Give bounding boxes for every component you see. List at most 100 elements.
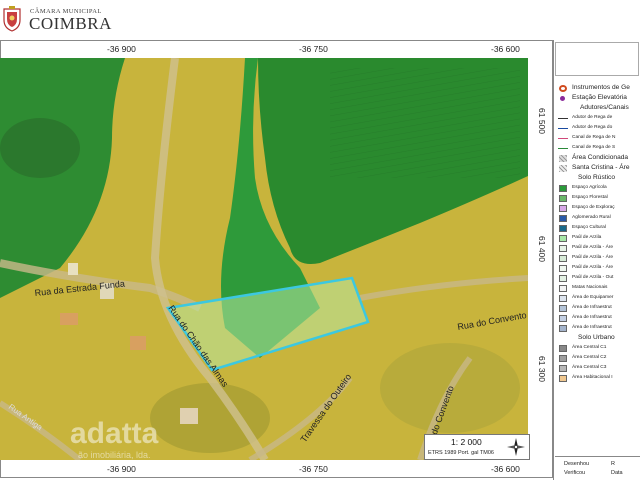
legend-item: Área de Infraestrut: [556, 324, 640, 334]
legend-line-symbol: [558, 148, 568, 149]
legend-label: Paúl de Arzila - Out: [572, 275, 614, 280]
legend-swatch: [559, 225, 567, 232]
building: [130, 336, 146, 350]
legend-label: Área de Equipamer: [572, 295, 614, 300]
legend-swatch: [559, 215, 567, 222]
scale-ratio: 1: 2 000: [451, 437, 482, 447]
legend-label: Área Central C3: [572, 365, 607, 370]
legend-label: Área Central C1: [572, 345, 607, 350]
map-canvas[interactable]: Rua da Estrada Funda Rua do Chão das Alm…: [0, 58, 528, 460]
legend-label: Paúl de Arzila - Áre: [572, 245, 614, 250]
legend-item: Área Central C3: [556, 364, 640, 374]
x-tick-bottom: -36 750: [299, 464, 328, 474]
x-tick-bottom: -36 900: [107, 464, 136, 474]
legend-line-symbol: [558, 128, 568, 129]
legend-heading: Solo Rústico: [556, 174, 640, 184]
legend-title-box: [555, 42, 639, 76]
legend-swatch: [559, 235, 567, 242]
legend-label: Área Central C2: [572, 355, 607, 360]
legend-label: Área de Infraestrut: [572, 315, 612, 320]
legend-label: Santa Cristina - Áre: [572, 164, 630, 171]
credits-drew-value: R: [611, 461, 615, 467]
legend-label: Espaço Florestal: [572, 195, 608, 200]
legend-label: Solo Urbano: [578, 334, 615, 341]
legend-swatch: [559, 285, 567, 292]
legend-label: Adutor de Rega de: [572, 115, 613, 120]
legend-label: Canal de Rega de S: [572, 145, 616, 150]
y-tick-right: 61 400: [537, 236, 547, 262]
building: [68, 263, 78, 275]
legend-swatch: [559, 365, 567, 372]
credits-box: Desenhou Verificou R Data: [555, 456, 640, 480]
legend-item: Área de Equipamer: [556, 294, 640, 304]
legend-label: Paúl de Arzila: [572, 235, 602, 240]
legend-label: Espaço Cultural: [572, 225, 606, 230]
legend-item: Canal de Rega de S: [556, 144, 640, 154]
legend-ring-icon: [559, 85, 567, 92]
legend-item: Adutor de Rega de: [556, 114, 640, 124]
legend-hatch-symbol: [559, 165, 567, 172]
legend-item: Instrumentos de Ge: [556, 84, 640, 94]
legend-label: Adutores/Canais: [580, 104, 629, 111]
projection-label: ETRS 1989 Port. gal TM06: [428, 450, 494, 456]
credits-date-label: Data: [611, 470, 623, 476]
legend-item: Espaço Cultural: [556, 224, 640, 234]
legend-item: Estação Elevatória: [556, 94, 640, 104]
legend-label: Adutor de Rega do: [572, 125, 613, 130]
legend-swatch: [559, 255, 567, 262]
legend-item: Paúl de Arzila - Out: [556, 274, 640, 284]
legend-item: Adutor de Rega do: [556, 124, 640, 134]
legend-label: Área de Infraestrut: [572, 305, 612, 310]
legend-item: Espaço Agrícola: [556, 184, 640, 194]
legend-swatch: [559, 185, 567, 192]
legend-label: Espaço Agrícola: [572, 185, 607, 190]
x-tick-bottom: -36 600: [491, 464, 520, 474]
legend-label: Espaço de Exploraç: [572, 205, 615, 210]
legend-swatch: [559, 205, 567, 212]
legend-item: Matas Nacionais: [556, 284, 640, 294]
legend-label: Estação Elevatória: [572, 94, 627, 101]
legend-item: Santa Cristina - Áre: [556, 164, 640, 174]
x-tick-top: -36 900: [107, 44, 136, 54]
building: [60, 313, 78, 325]
legend-swatch: [559, 275, 567, 282]
legend-line-symbol: [558, 118, 568, 119]
legend-label: Paúl de Arzila - Áre: [572, 255, 614, 260]
legend-swatch: [559, 345, 567, 352]
legend-swatch: [559, 355, 567, 362]
legend-label: Canal de Rega de N: [572, 135, 616, 140]
field-rows: [330, 68, 520, 178]
legend-swatch: [559, 305, 567, 312]
legend-label: Solo Rústico: [578, 174, 616, 181]
legend-item: Espaço de Exploraç: [556, 204, 640, 214]
legend-heading: Adutores/Canais: [556, 104, 640, 114]
legend-label: Aglomerado Rural: [572, 215, 611, 220]
legend-swatch: [559, 295, 567, 302]
building: [180, 408, 198, 424]
legend-item: Paúl de Arzila - Áre: [556, 244, 640, 254]
legend-label: Área Condicionada: [572, 154, 629, 161]
credits-drew-label: Desenhou: [564, 461, 590, 467]
legend-swatch: [559, 245, 567, 252]
legend-item: Canal de Rega de N: [556, 134, 640, 144]
y-tick-right: 61 300: [537, 356, 547, 382]
coimbra-coat-of-arms-icon: [3, 6, 21, 32]
legend-item: Paúl de Arzila - Áre: [556, 264, 640, 274]
legend-dot-symbol: [560, 96, 565, 101]
watermark-sub: ão imobiliária, lda.: [78, 450, 151, 460]
legend-item: Área Condicionada: [556, 154, 640, 164]
legend-swatch: [559, 195, 567, 202]
legend-label: Área de Infraestrut: [572, 325, 612, 330]
legend-item: Paúl de Arzila: [556, 234, 640, 244]
watermark: adatta: [70, 417, 159, 450]
legend-list: Instrumentos de Ge Estação Elevatória Adut…: [556, 84, 640, 384]
legend-item: Paúl de Arzila - Áre: [556, 254, 640, 264]
legend-swatch: [559, 265, 567, 272]
legend-heading: Solo Urbano: [556, 334, 640, 344]
credits-verified-label: Verificou: [564, 470, 586, 476]
legend-label: Área Habitacional I: [572, 375, 613, 380]
header: CÂMARA MUNICIPAL COIMBRA: [0, 0, 640, 40]
legend-swatch: [559, 325, 567, 332]
x-tick-top: -36 600: [491, 44, 520, 54]
legend-label: Matas Nacionais: [572, 285, 608, 290]
